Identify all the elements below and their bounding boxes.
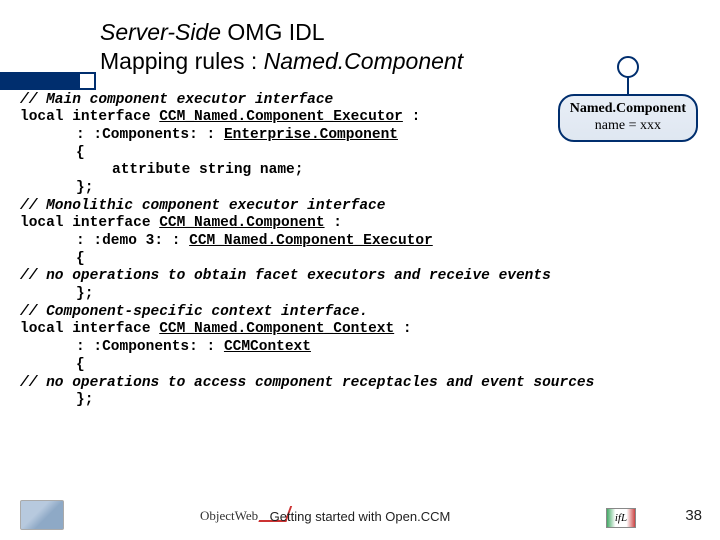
code-line: // Component-specific context interface. [20, 304, 700, 322]
code-line: local interface CCM_Named.Component : [20, 215, 700, 233]
code-line: // no operations to access component rec… [20, 375, 700, 393]
slide-footer: ObjectWeb Getting started with Open.CCM … [0, 500, 720, 530]
header-accent-bar [0, 72, 78, 90]
code-line: { [20, 251, 700, 269]
code-line: : :Components: : CCMContext [20, 339, 700, 357]
page-number: 38 [685, 507, 702, 524]
uml-component-attr: name = xxx [570, 118, 686, 135]
ifl-logo: ifL [606, 508, 636, 528]
header-accent-box [78, 72, 96, 90]
code-line: { [20, 145, 700, 163]
title-italic-2: Named.Component [264, 48, 463, 74]
code-line: attribute string name; [20, 162, 700, 180]
title-italic-1: Server-Side [100, 19, 221, 45]
uml-interface-circle [617, 56, 639, 78]
footer-logo-left [20, 500, 64, 530]
uml-component-name: Named.Component [570, 101, 686, 118]
code-line: // Monolithic component executor interfa… [20, 198, 700, 216]
code-line: : :demo 3: : CCM_Named.Component_Executo… [20, 233, 700, 251]
code-line: local interface CCM_Named.Component_Cont… [20, 321, 700, 339]
title-plain-2: Mapping rules : [100, 48, 264, 74]
slide-header: Server-Side OMG IDL Mapping rules : Name… [0, 0, 720, 88]
uml-connector-line [627, 76, 629, 94]
code-line: // no operations to obtain facet executo… [20, 268, 700, 286]
code-line: { [20, 357, 700, 375]
code-line: }; [20, 392, 700, 410]
footer-caption: Getting started with Open.CCM [270, 509, 451, 524]
title-plain-1: OMG IDL [221, 19, 325, 45]
code-line: }; [20, 180, 700, 198]
uml-component-diagram: Named.Component name = xxx [558, 94, 698, 142]
code-line: }; [20, 286, 700, 304]
uml-component-box: Named.Component name = xxx [558, 94, 698, 142]
